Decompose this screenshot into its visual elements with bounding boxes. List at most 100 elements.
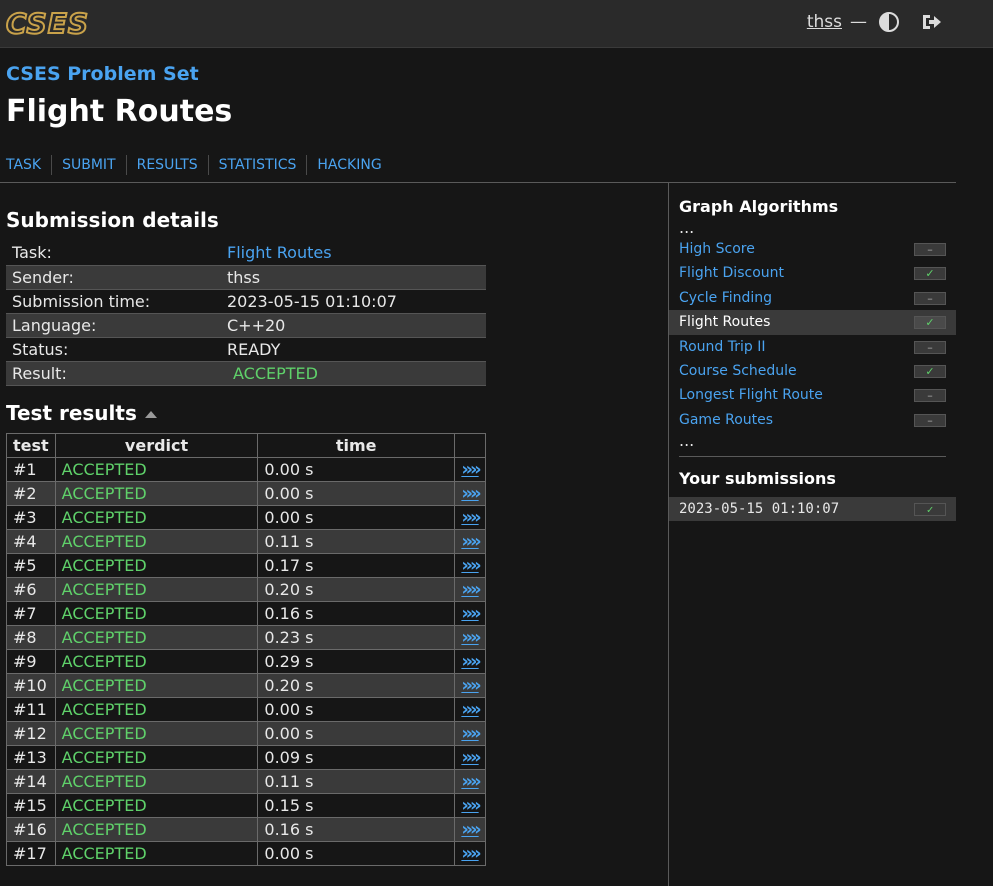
test-number: #4 [6,529,56,554]
view-test-link[interactable]: »» [454,553,486,578]
view-test-link[interactable]: »» [454,601,486,626]
task-link[interactable]: Round Trip II [679,339,765,355]
double-chevron-icon[interactable]: » [461,651,473,672]
tab-submit[interactable]: SUBMIT [51,155,126,175]
table-row: #15 ACCEPTED 0.15 s»» [6,793,486,818]
view-test-link[interactable]: »» [454,529,486,554]
username-link[interactable]: thss [807,12,842,32]
double-chevron-icon[interactable]: » [470,771,482,792]
cses-logo[interactable]: CSES [5,7,89,41]
double-chevron-icon[interactable]: » [461,507,473,528]
double-chevron-icon[interactable]: » [470,723,482,744]
sidebar-task-item[interactable]: High Score – [669,237,956,261]
sidebar-task-item[interactable]: Cycle Finding – [669,286,956,310]
view-test-link[interactable]: »» [454,625,486,650]
task-link[interactable]: Flight Routes [227,243,332,262]
test-number: #5 [6,553,56,578]
language-label: Language: [6,312,221,338]
task-link[interactable]: Longest Flight Route [679,387,823,403]
view-test-link[interactable]: »» [454,697,486,722]
sidebar-task-item[interactable]: Round Trip II – [669,335,956,359]
ellipsis-bottom: ... [679,431,695,451]
double-chevron-icon[interactable]: » [470,627,482,648]
double-chevron-icon[interactable]: » [461,675,473,696]
double-chevron-icon[interactable]: » [461,459,473,480]
submission-row[interactable]: 2023-05-15 01:10:07 ✓ [669,497,956,522]
task-link[interactable]: Flight Discount [679,265,784,281]
task-label: Task: [12,243,52,263]
test-number: #2 [6,481,56,506]
submissions-heading: Your submissions [679,469,836,489]
view-test-link[interactable]: »» [454,457,486,482]
double-chevron-icon[interactable]: » [470,747,482,768]
view-test-link[interactable]: »» [454,721,486,746]
table-row: #13 ACCEPTED 0.09 s»» [6,745,486,770]
sidebar-task-item[interactable]: Course Schedule ✓ [669,359,956,383]
view-test-link[interactable]: »» [454,745,486,770]
double-chevron-icon[interactable]: » [461,531,473,552]
double-chevron-icon[interactable]: » [461,795,473,816]
double-chevron-icon[interactable]: » [470,651,482,672]
sidebar-task-item[interactable]: Flight Routes ✓ [669,310,956,335]
test-number: #6 [6,577,56,602]
view-test-link[interactable]: »» [454,673,486,698]
view-test-link[interactable]: »» [454,577,486,602]
double-chevron-icon[interactable]: » [470,483,482,504]
double-chevron-icon[interactable]: » [470,459,482,480]
double-chevron-icon[interactable]: » [470,675,482,696]
double-chevron-icon[interactable]: » [470,531,482,552]
tab-statistics[interactable]: STATISTICS [207,155,307,175]
double-chevron-icon[interactable]: » [461,699,473,720]
logout-icon[interactable] [921,12,943,32]
tab-results[interactable]: RESULTS [125,155,208,175]
user-area: thss — [807,12,943,32]
submission-time-label: Submission time: [12,291,151,311]
double-chevron-icon[interactable]: » [461,771,473,792]
site-title-link[interactable]: CSES Problem Set [6,62,232,86]
result-label: Result: [6,360,221,386]
check-icon: ✓ [914,364,946,378]
view-test-link[interactable]: »» [454,817,486,842]
double-chevron-icon[interactable]: » [461,603,473,624]
check-icon: ✓ [914,503,946,517]
task-link[interactable]: Course Schedule [679,363,797,379]
double-chevron-icon[interactable]: » [470,603,482,624]
table-row: #10 ACCEPTED 0.20 s»» [6,673,486,698]
test-time: 0.00 s [257,721,456,746]
view-test-link[interactable]: »» [454,793,486,818]
test-verdict: ACCEPTED [54,529,259,554]
view-test-link[interactable]: »» [454,841,486,866]
task-link[interactable]: Cycle Finding [679,290,772,306]
sidebar-task-item[interactable]: Game Routes – [669,408,956,432]
view-test-link[interactable]: »» [454,769,486,794]
view-test-link[interactable]: »» [454,505,486,530]
task-link[interactable]: High Score [679,241,755,257]
tab-task[interactable]: TASK [0,155,51,175]
double-chevron-icon[interactable]: » [470,555,482,576]
submission-time-value: 2023-05-15 01:10:07 [227,291,397,311]
double-chevron-icon[interactable]: » [470,843,482,864]
sidebar-task-item[interactable]: Flight Discount ✓ [669,261,956,285]
double-chevron-icon[interactable]: » [461,747,473,768]
double-chevron-icon[interactable]: » [470,699,482,720]
double-chevron-icon[interactable]: » [461,819,473,840]
tab-hacking[interactable]: HACKING [306,155,391,175]
double-chevron-icon[interactable]: » [461,555,473,576]
view-test-link[interactable]: »» [454,649,486,674]
double-chevron-icon[interactable]: » [461,843,473,864]
double-chevron-icon[interactable]: » [461,627,473,648]
double-chevron-icon[interactable]: » [461,579,473,600]
view-test-link[interactable]: »» [454,481,486,506]
double-chevron-icon[interactable]: » [461,483,473,504]
double-chevron-icon[interactable]: » [470,507,482,528]
double-chevron-icon[interactable]: » [470,819,482,840]
double-chevron-icon[interactable]: » [470,579,482,600]
double-chevron-icon[interactable]: » [470,795,482,816]
check-icon: ✓ [914,316,946,330]
contrast-icon[interactable] [879,12,899,32]
sidebar-task-item[interactable]: Longest Flight Route – [669,383,956,407]
sort-up-icon[interactable] [144,411,157,418]
double-chevron-icon[interactable]: » [461,723,473,744]
test-time: 0.00 s [257,481,456,506]
task-link[interactable]: Game Routes [679,412,773,428]
